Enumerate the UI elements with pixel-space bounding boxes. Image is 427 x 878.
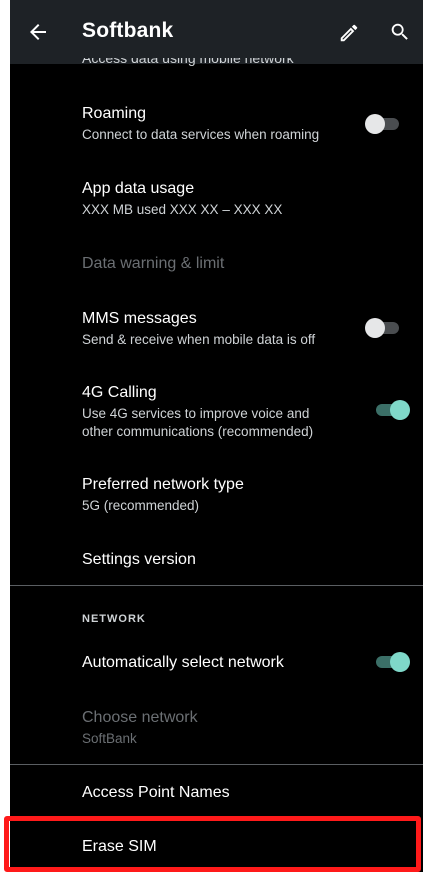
choose-network-setting: Choose network SoftBank <box>82 708 362 748</box>
preferred-network-title: Preferred network type <box>82 476 244 493</box>
settings-version-setting[interactable]: Settings version <box>82 550 362 570</box>
auto-select-network-toggle[interactable] <box>374 650 410 672</box>
app-data-usage-setting[interactable]: App data usage XXX MB used XXX XX – XXX … <box>82 179 362 219</box>
data-warning-title: Data warning & limit <box>82 255 225 272</box>
mms-title: MMS messages <box>82 310 197 327</box>
network-section-header: NETWORK <box>82 613 146 625</box>
toggle-thumb <box>365 114 385 134</box>
toggle-thumb <box>390 400 410 420</box>
page-title: Softbank <box>82 19 174 42</box>
roaming-toggle[interactable] <box>365 112 401 134</box>
preferred-network-type-setting[interactable]: Preferred network type 5G (recommended) <box>82 475 362 515</box>
toggle-thumb <box>365 318 385 338</box>
4g-calling-subtitle-line2: other communications (recommended) <box>82 424 314 439</box>
4g-calling-title: 4G Calling <box>82 384 157 401</box>
app-data-usage-title: App data usage <box>82 180 195 197</box>
divider <box>10 585 423 586</box>
4g-calling-setting[interactable]: 4G Calling Use 4G services to improve vo… <box>82 383 362 441</box>
app-bar: Softbank <box>10 0 423 64</box>
4g-calling-subtitle-line1: Use 4G services to improve voice and <box>82 406 310 421</box>
settings-version-title: Settings version <box>82 551 196 568</box>
phone-frame: Softbank Access data using mobile networ… <box>0 0 427 878</box>
roaming-setting[interactable]: Roaming Connect to data services when ro… <box>82 104 362 144</box>
auto-select-network-setting[interactable]: Automatically select network <box>82 653 362 673</box>
pencil-icon[interactable] <box>338 22 360 44</box>
divider <box>10 764 423 765</box>
4g-calling-toggle[interactable] <box>374 398 410 420</box>
screen: Softbank Access data using mobile networ… <box>10 0 423 872</box>
roaming-title: Roaming <box>82 105 147 122</box>
choose-network-subtitle: SoftBank <box>82 731 137 746</box>
toggle-thumb <box>390 652 410 672</box>
data-warning-limit-setting: Data warning & limit <box>82 254 362 274</box>
auto-select-network-title: Automatically select network <box>82 654 284 671</box>
access-point-names-setting[interactable]: Access Point Names <box>82 783 362 803</box>
preferred-network-subtitle: 5G (recommended) <box>82 498 200 513</box>
roaming-subtitle: Connect to data services when roaming <box>82 127 320 142</box>
access-point-names-title: Access Point Names <box>82 784 230 801</box>
app-data-usage-subtitle: XXX MB used XXX XX – XXX XX <box>82 202 283 217</box>
mms-setting[interactable]: MMS messages Send & receive when mobile … <box>82 309 362 349</box>
choose-network-title: Choose network <box>82 709 198 726</box>
mms-toggle[interactable] <box>365 316 401 338</box>
arrow-left-icon[interactable] <box>26 20 50 44</box>
erase-sim-highlight-box <box>4 816 421 872</box>
mms-subtitle: Send & receive when mobile data is off <box>82 332 316 347</box>
search-icon[interactable] <box>389 21 411 43</box>
